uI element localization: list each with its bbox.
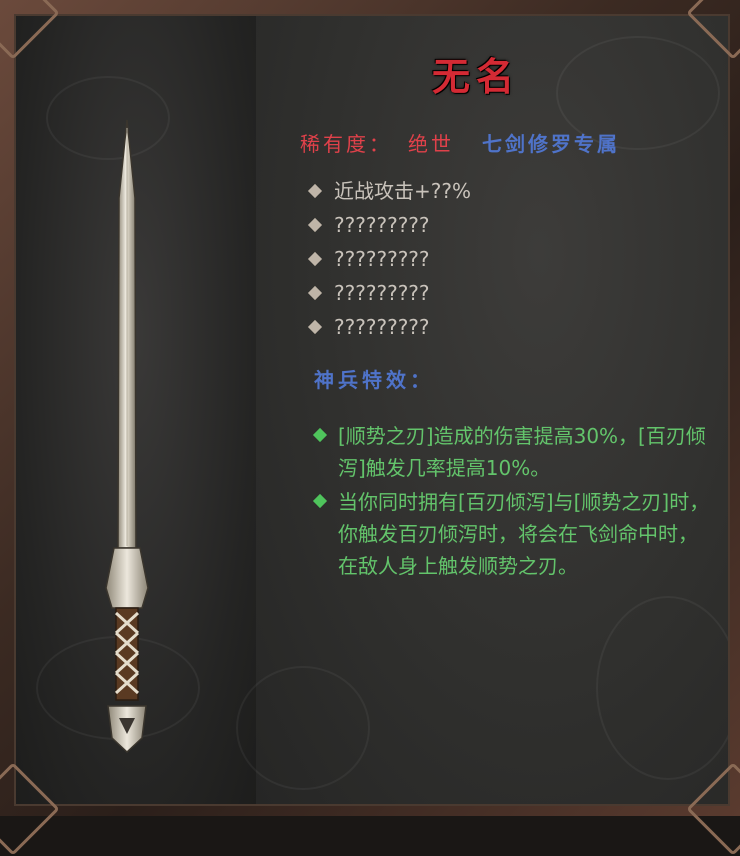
sword-icon	[105, 119, 149, 754]
rarity-value: 绝世	[408, 132, 454, 156]
rarity-row: 稀有度： 绝世 七剑修罗专属	[300, 128, 620, 157]
diamond-bullet-icon	[307, 251, 323, 267]
stat-item: ?????????	[307, 276, 471, 310]
stat-list: 近战攻击+??% ????????? ????????? ????????? ?…	[307, 174, 471, 344]
stat-item: ?????????	[307, 208, 471, 242]
effect-item: 当你同时拥有[百刃倾泻]与[顺势之刃]时，你触发百刃倾泻时，将会在飞剑命中时，在…	[312, 486, 712, 582]
effect-item: [顺势之刃]造成的伤害提高30%，[百刃倾泻]触发几率提高10%。	[312, 420, 712, 484]
stat-item: ?????????	[307, 242, 471, 276]
stat-item: 近战攻击+??%	[307, 174, 471, 208]
effect-text: [顺势之刃]造成的伤害提高30%，[百刃倾泻]触发几率提高10%。	[338, 424, 706, 480]
special-effects-list: [顺势之刃]造成的伤害提高30%，[百刃倾泻]触发几率提高10%。 当你同时拥有…	[312, 420, 712, 584]
diamond-bullet-icon	[307, 319, 323, 335]
cloud-pattern	[236, 666, 370, 790]
stat-text: ?????????	[334, 281, 430, 305]
stat-text: ?????????	[334, 315, 430, 339]
stat-text: ?????????	[334, 213, 430, 237]
item-name: 无名	[431, 54, 520, 99]
diamond-bullet-icon	[307, 285, 323, 301]
effect-text: 当你同时拥有[百刃倾泻]与[顺势之刃]时，你触发百刃倾泻时，将会在飞剑命中时，在…	[338, 490, 710, 578]
rarity-label: 稀有度：	[300, 132, 392, 156]
special-effects-title: 神兵特效：	[314, 368, 434, 392]
green-diamond-bullet-icon	[312, 493, 328, 509]
diamond-bullet-icon	[307, 183, 323, 199]
stat-text: 近战攻击+??%	[334, 179, 471, 203]
diamond-bullet-icon	[307, 217, 323, 233]
stat-text: ?????????	[334, 247, 430, 271]
stat-item: ?????????	[307, 310, 471, 344]
cloud-pattern	[596, 596, 728, 780]
green-diamond-bullet-icon	[312, 427, 328, 443]
exclusive-tag: 七剑修罗专属	[482, 132, 620, 156]
